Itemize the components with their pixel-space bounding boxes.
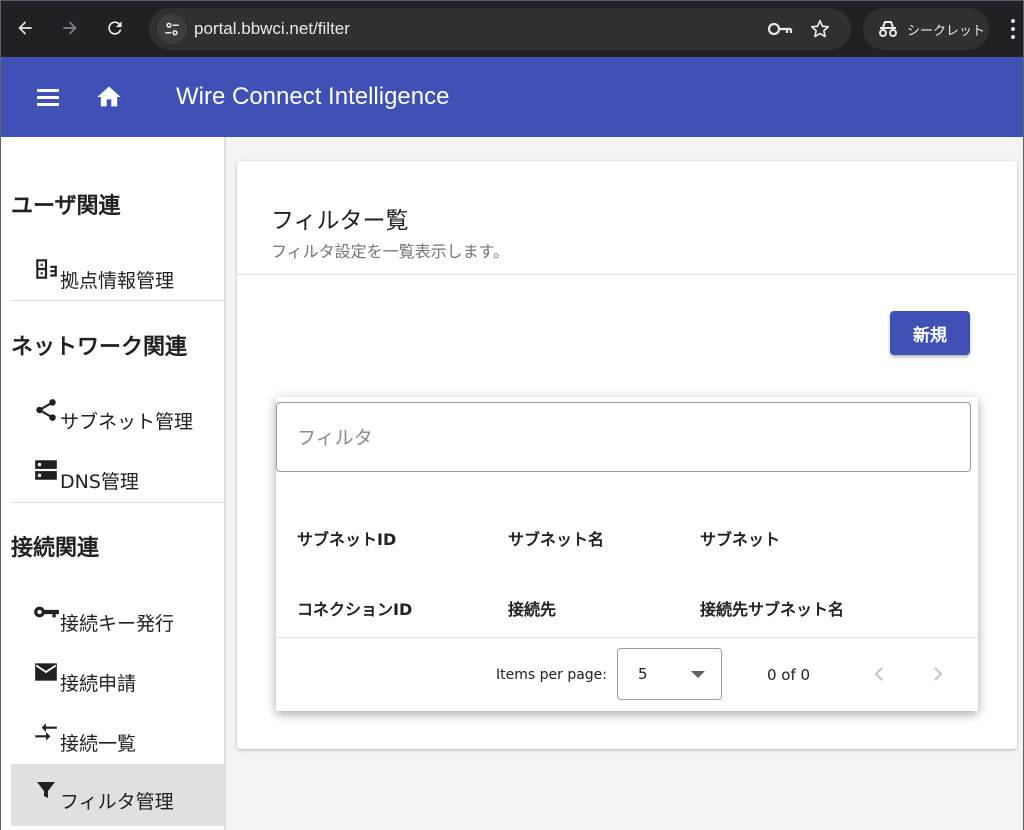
mail-icon [32, 658, 60, 686]
arrow-right-icon [63, 21, 77, 35]
chevron-left-icon [874, 667, 883, 681]
arrow-left-icon [18, 21, 32, 35]
app-toolbar: Wire Connect Intelligence [0, 57, 1024, 137]
browser-menu-icon[interactable] [1005, 15, 1021, 43]
url-text: portal.bbwci.net/filter [194, 19, 350, 38]
sidebar-item-subnet[interactable]: サブネット管理 [11, 385, 225, 445]
items-per-page-label: Items per page: [496, 667, 608, 683]
sidebar-item-connection-request[interactable]: 接続申請 [11, 647, 225, 707]
sidebar-item-label: 接続一覧 [60, 732, 137, 755]
column-header-connection-id[interactable]: コネクションID [297, 596, 412, 620]
password-key-icon[interactable] [767, 19, 793, 39]
column-header-subnet-name[interactable]: サブネット名 [508, 526, 604, 550]
column-header-subnet-id[interactable]: サブネットID [297, 526, 396, 550]
sidebar-divider [11, 300, 225, 301]
app-title: Wire Connect Intelligence [176, 83, 450, 110]
share-icon [32, 396, 60, 424]
compare-arrows-icon [32, 718, 60, 746]
dropdown-arrow-icon [691, 671, 705, 678]
address-bar[interactable]: portal.bbwci.net/filter [149, 8, 851, 50]
hamburger-menu-icon [37, 89, 59, 106]
reload-button[interactable] [97, 10, 133, 46]
browser-chrome: portal.bbwci.net/filter シークレット [0, 0, 1024, 57]
sidebar-item-label: 接続キー発行 [60, 612, 175, 635]
previous-page-button[interactable] [865, 660, 893, 688]
filter-card: フィルター覧 フィルタ設定を一覧表示します。 新規 サブネットID サブネット名… [237, 161, 1017, 749]
page-size-value: 5 [638, 665, 648, 683]
sidebar-item-label: 拠点情報管理 [60, 269, 175, 292]
sidebar-item-dns[interactable]: DNS管理 [11, 445, 225, 505]
filter-table: サブネットID サブネット名 サブネット コネクションID 接続先 接続先サブネ… [276, 397, 978, 711]
page-subtitle: フィルタ設定を一覧表示します。 [271, 242, 510, 261]
sidebar-item-connection-list[interactable]: 接続一覧 [11, 707, 225, 767]
dns-icon [32, 456, 60, 484]
menu-button[interactable] [28, 79, 68, 115]
incognito-icon [879, 21, 897, 37]
page-title: フィルター覧 [271, 208, 409, 234]
section-title-network: ネットワーク関連 [11, 335, 188, 360]
sidebar-item-label: フィルタ管理 [60, 790, 174, 813]
sidebar-item-connection-key[interactable]: 接続キー発行 [11, 587, 225, 647]
table-divider [276, 637, 978, 638]
sidebar-item-site-info[interactable]: 拠点情報管理 [11, 244, 225, 304]
main-content: フィルター覧 フィルタ設定を一覧表示します。 新規 サブネットID サブネット名… [226, 137, 1024, 830]
filter-field[interactable] [276, 402, 971, 472]
home-icon [97, 86, 121, 107]
chevron-right-icon [934, 667, 943, 681]
section-title-connection: 接続関連 [11, 536, 100, 561]
bookmark-star-icon[interactable] [809, 18, 831, 40]
column-header-subnet[interactable]: サブネット [700, 526, 780, 550]
sidebar-item-filter[interactable]: フィルタ管理 [11, 764, 225, 826]
incognito-chip[interactable]: シークレット [863, 8, 989, 50]
sidebar-divider [11, 502, 225, 503]
sidebar-item-label: サブネット管理 [60, 410, 194, 433]
sidebar-item-label: 接続申請 [60, 672, 137, 695]
new-button[interactable]: 新規 [890, 311, 970, 355]
filter-input[interactable] [297, 423, 937, 453]
column-header-destination[interactable]: 接続先 [508, 596, 556, 620]
sidebar-item-label: DNS管理 [60, 470, 139, 493]
incognito-label: シークレット [907, 23, 986, 39]
sidebar: ユーザ関連 拠点情報管理 ネットワーク関連 サブネット管理 DNS管理 接続関連… [0, 137, 226, 830]
key-icon [32, 598, 60, 626]
filter-icon [32, 776, 60, 804]
reload-icon [108, 21, 122, 35]
card-divider [237, 274, 1017, 275]
home-button[interactable] [89, 79, 129, 115]
column-header-destination-subnet-name[interactable]: 接続先サブネット名 [700, 596, 844, 620]
paginator-range: 0 of 0 [767, 666, 811, 684]
forward-button[interactable] [52, 10, 88, 46]
business-icon [32, 255, 60, 283]
next-page-button[interactable] [924, 660, 952, 688]
page-size-select[interactable]: 5 [617, 648, 722, 700]
section-title-user: ユーザ関連 [11, 194, 121, 219]
site-info-icon[interactable] [157, 14, 187, 44]
back-button[interactable] [7, 10, 43, 46]
